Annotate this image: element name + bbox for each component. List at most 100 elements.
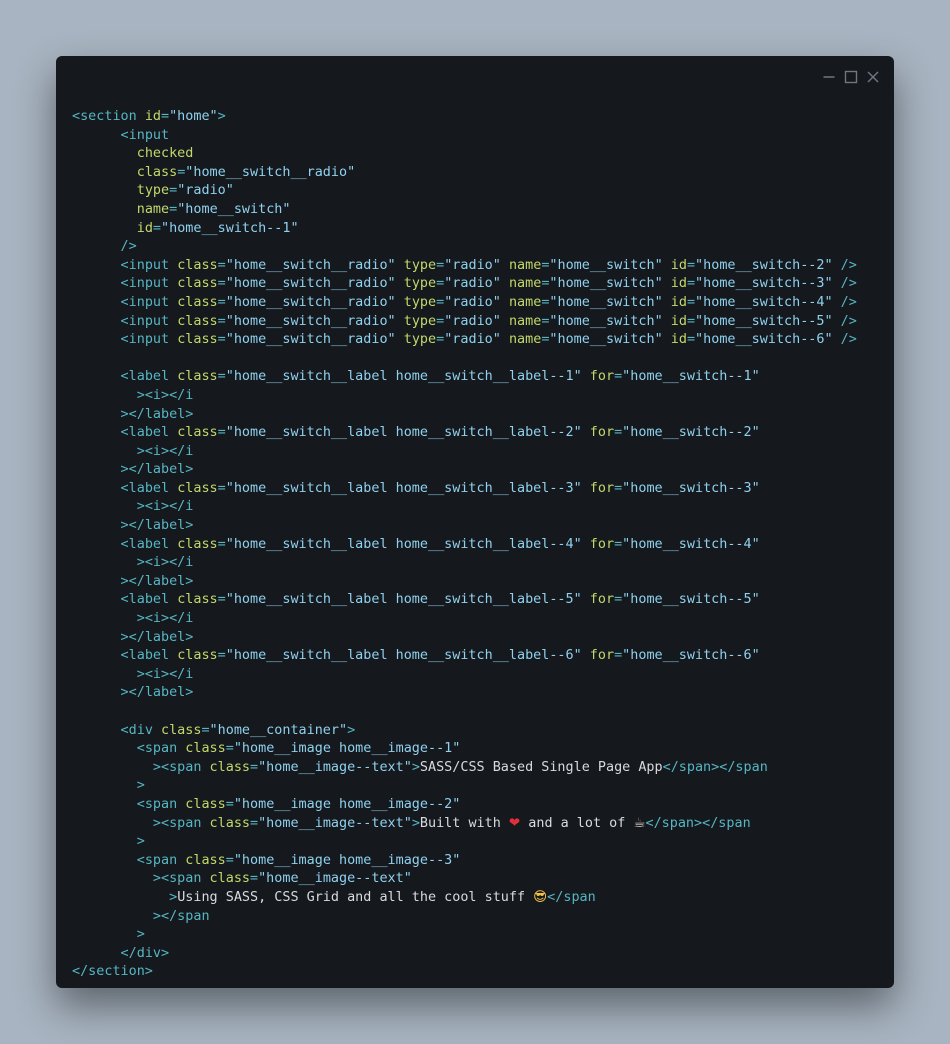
code-attribute: class [209, 871, 250, 887]
code-tag: <section [72, 109, 145, 124]
code-attribute: class [177, 257, 218, 273]
code-tag: <input [120, 294, 178, 310]
code-string: "home__switch--1" [622, 369, 760, 385]
code-tag: <input [120, 332, 178, 348]
code-line: ><span class="home__image--text">Built w… [72, 815, 894, 834]
code-line: <label class="home__switch__label home__… [72, 368, 894, 387]
code-line: id="home__switch--1" [72, 220, 894, 239]
code-tag: = [217, 592, 226, 608]
code-line: ><i></i [72, 387, 894, 406]
code-tag: ><i></i [136, 555, 194, 571]
code-attribute: class [177, 425, 218, 441]
code-attribute: for [589, 648, 615, 664]
code-attribute: class [177, 480, 218, 496]
code-attribute: for [589, 480, 615, 496]
close-icon[interactable] [866, 70, 880, 84]
code-tag: = [217, 332, 226, 348]
code-tag: <label [120, 480, 178, 496]
code-tag: = [686, 294, 696, 310]
code-tag: <div [120, 722, 161, 738]
code-line: name="home__switch" [72, 201, 894, 220]
code-tag: ><span [152, 759, 210, 775]
minimize-icon[interactable] [822, 70, 836, 84]
code-tag: = [436, 257, 445, 273]
code-tag: = [614, 592, 623, 608]
code-string: "home__switch__radio" [225, 332, 396, 348]
code-string: "home__container" [209, 722, 348, 738]
code-string: "radio" [177, 183, 234, 199]
code-string: "home" [169, 109, 218, 124]
code-tag: /> [832, 276, 857, 292]
code-tag: /> [120, 239, 137, 255]
code-tag: > [136, 778, 145, 794]
code-tag: <label [120, 536, 178, 552]
code-attribute: name [136, 201, 170, 217]
code-string: "home__switch__radio" [225, 294, 396, 310]
code-string: "home__switch__label home__switch__label… [225, 592, 582, 608]
window-controls [822, 70, 880, 84]
code-text: Using SASS, CSS Grid and all the cool st… [177, 889, 534, 905]
code-tag: <label [120, 425, 178, 441]
code-tag: <span [136, 741, 186, 757]
code-string: "radio" [444, 332, 501, 348]
code-text: Built with [419, 815, 509, 831]
code-tag: = [217, 294, 226, 310]
heart-icon: ❤ [508, 815, 521, 831]
code-line: ></label> [72, 573, 894, 592]
code-string: "radio" [444, 294, 501, 310]
code-string: "home__switch--4" [622, 536, 760, 552]
code-tag: > [411, 815, 420, 831]
code-line: ><i></i [72, 443, 894, 462]
code-line: <input class="home__switch__radio" type=… [72, 331, 894, 350]
maximize-icon[interactable] [844, 70, 858, 84]
code-line: class="home__switch__radio" [72, 164, 894, 183]
code-attribute: for [589, 536, 615, 552]
code-line: <label class="home__switch__label home__… [72, 591, 894, 610]
code-tag: ></label> [120, 573, 194, 589]
code-attribute: id [136, 220, 153, 236]
code-tag: ><span [152, 815, 210, 831]
code-attribute: name [508, 276, 542, 292]
code-attribute: id [144, 109, 161, 124]
code-attribute: id [670, 313, 687, 329]
code-string: "home__switch--3" [695, 276, 833, 292]
code-attribute: id [670, 257, 687, 273]
code-window: <section id="home"> <input checked class… [56, 56, 894, 988]
code-string: "home__image--text" [258, 815, 412, 831]
code-tag: > [347, 722, 356, 738]
code-attribute: name [508, 294, 542, 310]
code-tag: = [436, 332, 445, 348]
code-string: "radio" [444, 257, 501, 273]
code-tag: </section> [72, 964, 153, 980]
code-tag: = [250, 759, 259, 775]
code-line: > [72, 833, 894, 852]
code-tag: = [250, 871, 259, 887]
code-tag: </span></span [662, 759, 768, 775]
code-tag: ><span [152, 871, 210, 887]
code-tag: = [614, 369, 623, 385]
code-text: and a lot of [520, 815, 634, 831]
code-tag: > [136, 834, 145, 850]
code-line: <section id="home"> [72, 108, 894, 127]
coffee-icon: ☕ [633, 815, 646, 831]
code-line: </section> [72, 963, 894, 982]
code-string: "home__switch__label home__switch__label… [225, 369, 582, 385]
code-tag: = [436, 294, 445, 310]
code-string: "home__switch__label home__switch__label… [225, 536, 582, 552]
code-line: ><i></i [72, 498, 894, 517]
